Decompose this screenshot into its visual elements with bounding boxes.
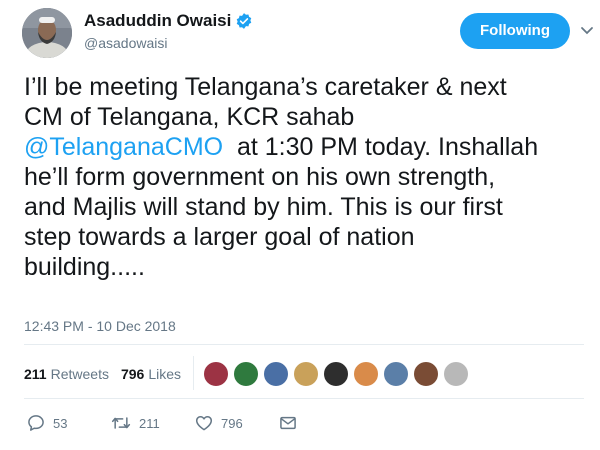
tweet-text-line: building..... (24, 253, 145, 281)
like-button[interactable]: 796 (194, 412, 243, 434)
tweet-text-line: CM of Telangana, KCR sahab (24, 103, 355, 131)
tweet-text-line: I’ll be meeting Telangana’s caretaker & … (24, 73, 507, 101)
following-button[interactable]: Following (460, 13, 570, 49)
like-count: 796 (221, 415, 243, 431)
liker-avatar[interactable] (232, 360, 260, 388)
tweet-timestamp[interactable]: 12:43 PM - 10 Dec 2018 (24, 318, 176, 334)
author-info: Asaduddin Owaisi @asadowaisi (84, 10, 253, 51)
liker-avatar[interactable] (382, 360, 410, 388)
retweets-label[interactable]: Retweets (51, 366, 109, 382)
reply-button[interactable]: 53 (26, 412, 67, 434)
liker-avatar[interactable] (202, 360, 230, 388)
tweet-card: Asaduddin Owaisi @asadowaisi Following I… (0, 0, 600, 450)
mention-link[interactable]: @TelanganaCMO (24, 133, 223, 161)
retweet-count: 211 (139, 415, 160, 431)
liker-avatar[interactable] (292, 360, 320, 388)
reply-icon (28, 415, 44, 431)
divider (24, 344, 584, 345)
divider (24, 398, 584, 399)
direct-message-button[interactable] (278, 412, 298, 434)
tweet-text-line: at 1:30 PM today. Inshallah (223, 133, 539, 161)
likes-label[interactable]: Likes (148, 366, 181, 382)
liker-avatar[interactable] (322, 360, 350, 388)
verified-badge-icon (235, 12, 253, 30)
tweet-text-line: he’ll form government on his own strengt… (24, 163, 496, 191)
liker-avatar[interactable] (442, 360, 470, 388)
liker-avatar[interactable] (412, 360, 440, 388)
retweet-icon (111, 417, 131, 429)
author-display-name[interactable]: Asaduddin Owaisi (84, 11, 231, 31)
envelope-icon (280, 416, 296, 430)
chevron-down-icon[interactable] (580, 24, 594, 36)
tweet-text: I’ll be meeting Telangana’s caretaker & … (24, 72, 594, 282)
retweets-count[interactable]: 211 (24, 366, 47, 382)
reply-count: 53 (53, 415, 68, 431)
retweet-button[interactable]: 211 (110, 412, 160, 434)
engagement-stats: 211 Retweets 796 Likes (24, 364, 181, 384)
author-avatar[interactable] (22, 8, 72, 58)
tweet-text-line: step towards a larger goal of nation (24, 223, 415, 251)
heart-icon (195, 416, 213, 431)
tweet-text-line: and Majlis will stand by him. This is ou… (24, 193, 503, 221)
author-handle[interactable]: @asadowaisi (84, 35, 253, 51)
likes-count[interactable]: 796 (121, 366, 144, 382)
liker-avatar[interactable] (262, 360, 290, 388)
divider (193, 356, 194, 390)
liker-avatar[interactable] (352, 360, 380, 388)
